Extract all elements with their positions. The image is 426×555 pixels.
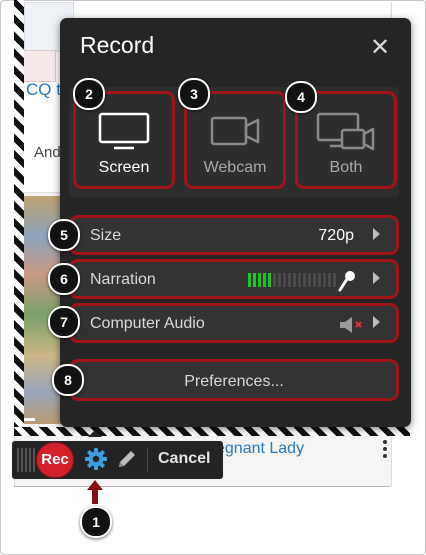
preferences-button[interactable]: Preferences... xyxy=(69,359,399,401)
meter-bar xyxy=(263,273,266,287)
callout-badge-2: 2 xyxy=(73,78,105,110)
callout-badge-1: 1 xyxy=(80,506,112,538)
meter-bar xyxy=(278,273,281,287)
callout-badge-8: 8 xyxy=(52,364,84,396)
meter-bar xyxy=(253,273,256,287)
rec-button[interactable]: Rec xyxy=(36,442,74,478)
chevron-right-icon xyxy=(373,316,380,328)
speaker-muted-icon[interactable] xyxy=(338,315,366,340)
webcam-icon xyxy=(187,112,283,157)
meter-bar xyxy=(318,273,321,287)
size-value: 720p xyxy=(318,227,354,244)
mode-screen-label: Screen xyxy=(98,159,150,176)
audio-level-meter xyxy=(248,273,336,287)
more-options-icon[interactable] xyxy=(383,440,387,461)
meter-bar xyxy=(293,273,296,287)
recorder-toolbar: Rec Cancel xyxy=(12,441,223,479)
meter-bar xyxy=(283,273,286,287)
record-panel: Record ✕ Screen Webcam Both Size 720p Na… xyxy=(60,18,411,427)
monitor-icon xyxy=(76,112,172,157)
meter-bar xyxy=(258,273,261,287)
pencil-icon[interactable] xyxy=(118,450,136,468)
computer-audio-label: Computer Audio xyxy=(90,315,205,332)
screen-and-webcam-icon xyxy=(298,112,394,161)
callout-badge-7: 7 xyxy=(48,306,80,338)
meter-bar xyxy=(323,273,326,287)
gear-icon[interactable] xyxy=(84,447,108,471)
recording-area-border-bottom xyxy=(14,427,410,436)
toolbar-divider xyxy=(147,448,148,472)
panel-title: Record xyxy=(80,32,155,58)
background-link[interactable]: CQ t xyxy=(26,80,61,100)
toolbar-pointer xyxy=(88,430,102,437)
capture-mode-group: Screen Webcam Both xyxy=(69,87,399,197)
close-icon[interactable]: ✕ xyxy=(368,36,392,60)
narration-row[interactable]: Narration xyxy=(69,259,399,299)
meter-bar xyxy=(313,273,316,287)
meter-bar xyxy=(333,273,336,287)
meter-bar xyxy=(248,273,251,287)
chevron-right-icon xyxy=(373,228,380,240)
narration-label: Narration xyxy=(90,271,156,288)
callout-badge-6: 6 xyxy=(48,263,80,295)
preferences-label: Preferences... xyxy=(184,373,284,390)
page-bottom-border xyxy=(14,486,390,487)
recording-area-border-left xyxy=(14,0,24,430)
meter-bar xyxy=(298,273,301,287)
background-text: And xyxy=(34,144,61,161)
background-thumbnail-small xyxy=(20,50,56,82)
computer-audio-row[interactable]: Computer Audio xyxy=(69,303,399,343)
callout-badge-3: 3 xyxy=(178,78,210,110)
meter-bar xyxy=(308,273,311,287)
meter-bar xyxy=(288,273,291,287)
chevron-right-icon xyxy=(373,272,380,284)
size-label: Size xyxy=(90,227,122,244)
mode-webcam-label: Webcam xyxy=(203,159,267,176)
callout-badge-5: 5 xyxy=(48,219,80,251)
size-row[interactable]: Size 720p xyxy=(69,215,399,255)
mode-both-label: Both xyxy=(329,159,363,176)
meter-bar xyxy=(328,273,331,287)
meter-bar xyxy=(303,273,306,287)
microphone-icon[interactable] xyxy=(338,270,356,297)
callout-badge-4: 4 xyxy=(285,81,317,113)
cancel-button[interactable]: Cancel xyxy=(158,450,210,468)
background-bottom-link[interactable]: egnant Lady xyxy=(216,440,304,458)
meter-bar xyxy=(268,273,271,287)
drag-handle-icon[interactable] xyxy=(17,448,35,472)
callout-arrow-icon xyxy=(87,480,103,504)
meter-bar xyxy=(273,273,276,287)
